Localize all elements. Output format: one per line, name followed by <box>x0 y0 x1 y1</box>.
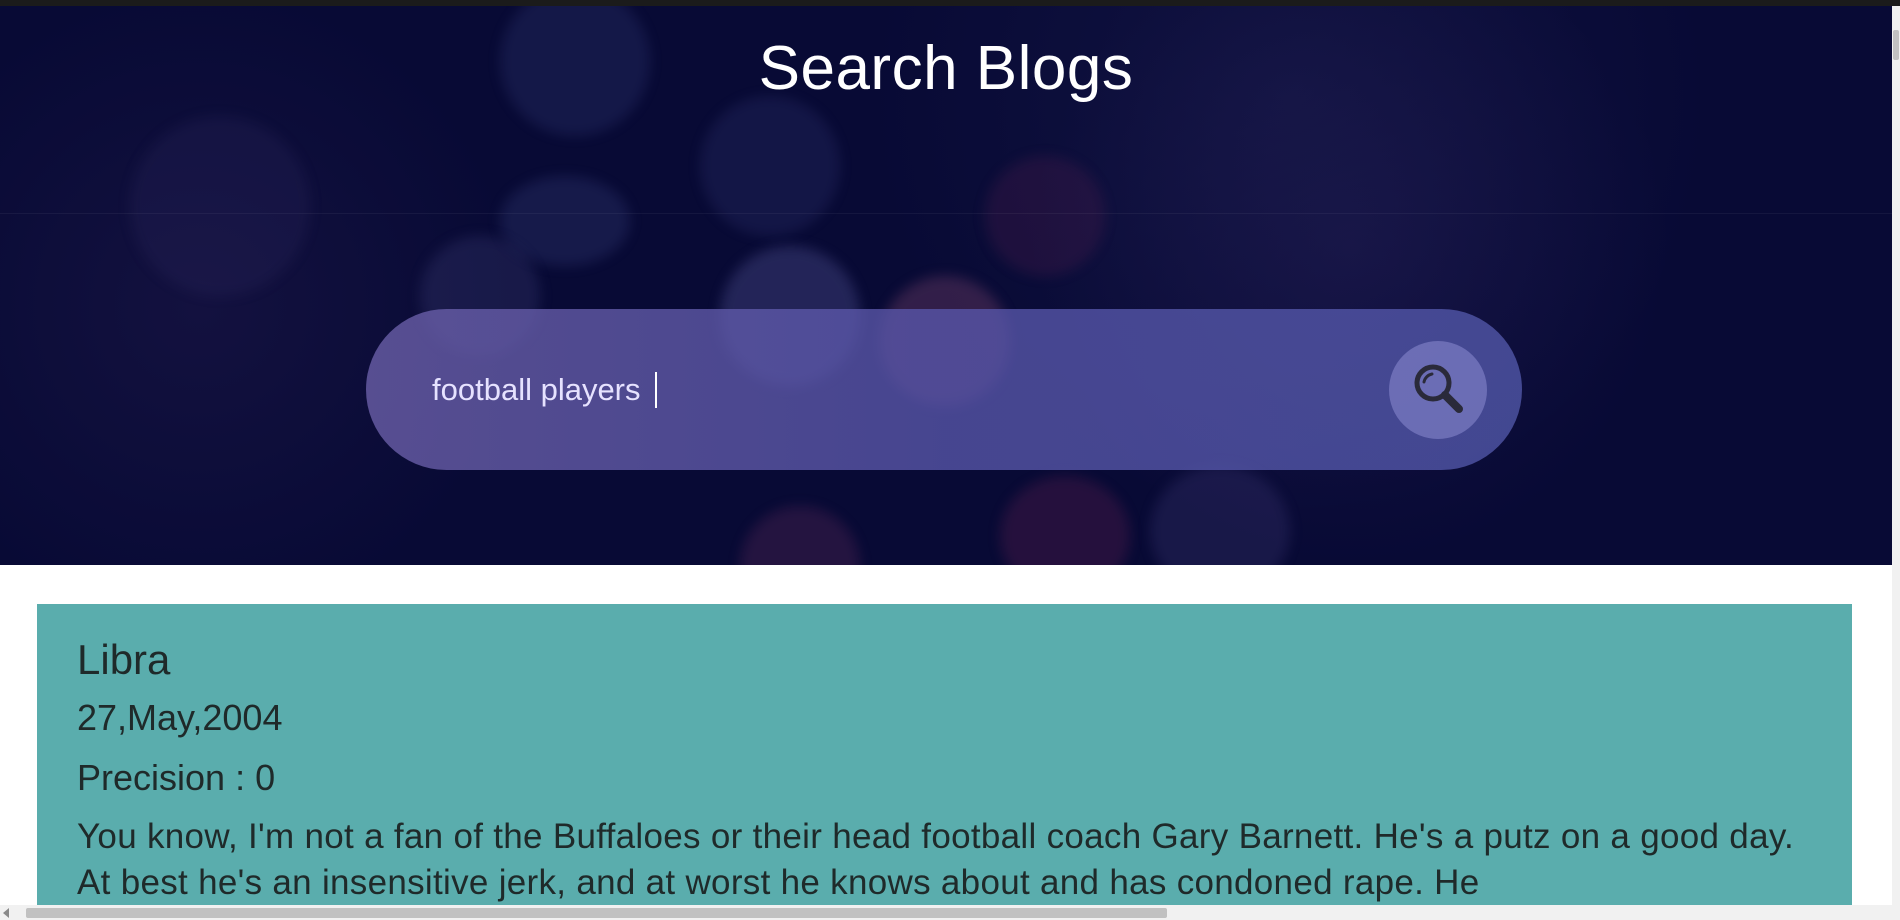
bokeh-light <box>700 96 840 236</box>
hero-banner: Search Blogs <box>0 6 1892 565</box>
bokeh-light <box>1000 476 1130 565</box>
bokeh-light <box>1150 466 1290 565</box>
hero-divider <box>0 213 1892 214</box>
vertical-scrollbar[interactable] <box>1892 6 1900 920</box>
scroll-left-arrow-icon[interactable] <box>3 908 9 918</box>
horizontal-scroll-thumb[interactable] <box>26 908 1167 918</box>
page-title: Search Blogs <box>758 34 1134 103</box>
text-caret <box>655 372 657 408</box>
search-button[interactable] <box>1389 341 1487 439</box>
result-date: 27,May,2004 <box>77 697 283 738</box>
bokeh-light <box>740 506 860 565</box>
result-title[interactable]: Libra <box>77 634 1812 686</box>
search-bar <box>366 309 1522 470</box>
vertical-scroll-thumb[interactable] <box>1893 30 1899 60</box>
result-card[interactable]: Libra 27,May,2004 Precision : 0 You know… <box>37 604 1852 920</box>
result-precision: Precision : 0 <box>77 757 276 798</box>
result-snippet: You know, I'm not a fan of the Buffaloes… <box>77 817 1795 902</box>
horizontal-scrollbar[interactable] <box>0 905 1892 920</box>
bokeh-light <box>130 116 310 296</box>
bokeh-light <box>985 156 1105 276</box>
search-icon <box>1412 362 1464 419</box>
search-input[interactable] <box>432 359 1332 421</box>
